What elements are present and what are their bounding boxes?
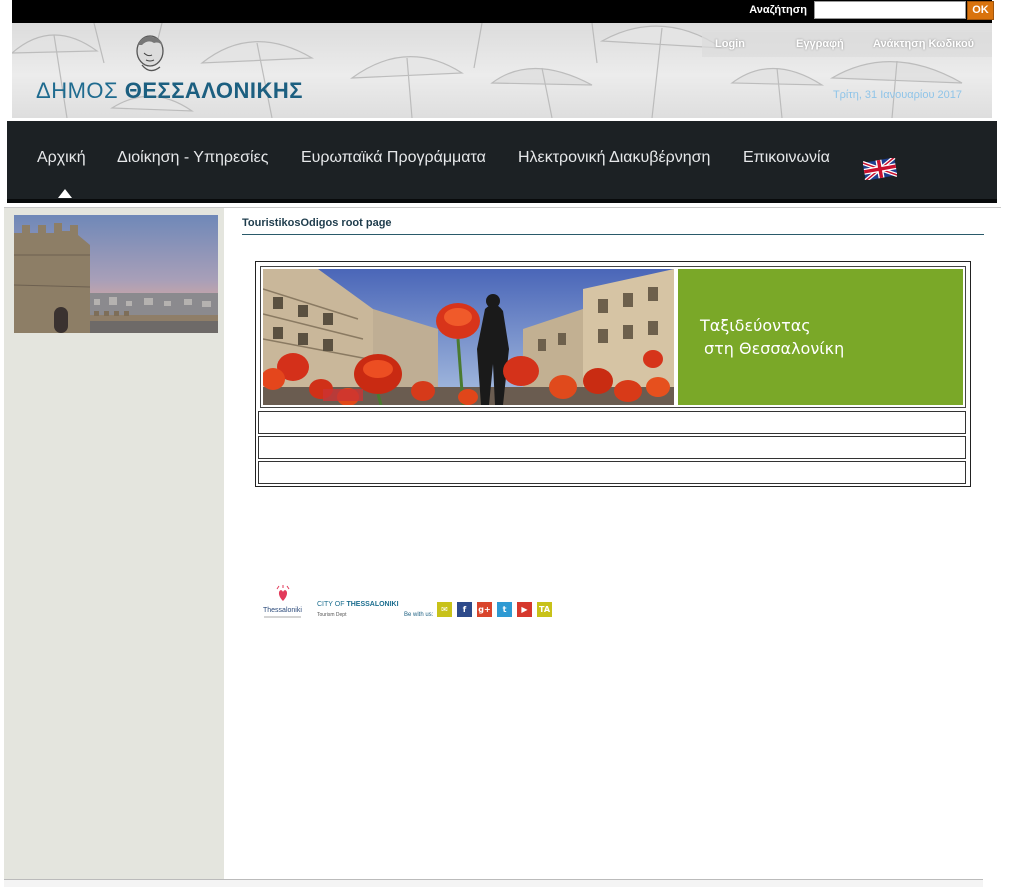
search-label: Αναζήτηση [749, 4, 807, 16]
nav-item-contact[interactable]: Επικοινωνία [743, 149, 830, 167]
nav-item-home[interactable]: Αρχική [37, 149, 86, 167]
login-link[interactable]: Login [715, 38, 745, 50]
logo-text-light: ΔΗΜΟΣ [36, 78, 125, 103]
search-ok-button[interactable]: OK [967, 1, 994, 20]
active-nav-caret-icon [58, 189, 72, 198]
user-links-bar: Login Εγγραφή Ανάκτηση Κωδικού [702, 32, 992, 57]
white-tower-photo [14, 215, 218, 333]
googleplus-icon[interactable]: g+ [477, 602, 492, 617]
register-link[interactable]: Εγγραφή [796, 38, 844, 50]
table-row [258, 436, 966, 459]
city-logo-text[interactable]: CITY OF THESSALONIKI [317, 601, 399, 608]
top-search-bar: Αναζήτηση OK [12, 0, 994, 23]
banner-caption-line2: στη Θεσσαλονίκη [704, 339, 845, 358]
content-table: Ταξιδεύοντας στη Θεσσαλονίκη [255, 261, 971, 487]
banner-caption-panel: Ταξιδεύοντας στη Θεσσαλονίκη [678, 269, 963, 405]
table-row [258, 461, 966, 484]
recover-password-link[interactable]: Ανάκτηση Κωδικού [873, 38, 974, 50]
tourism-dept-text: Tourism Dept [317, 612, 347, 618]
tourism-banner[interactable]: Ταξιδεύοντας στη Θεσσαλονίκη [260, 266, 966, 408]
nav-item-administration[interactable]: Διοίκηση - Υπηρεσίες [117, 149, 268, 167]
site-logo[interactable]: ΔΗΜΟΣ ΘΕΣΣΑΛΟΝΙΚΗΣ [36, 78, 303, 104]
tripadvisor-icon[interactable]: TA [537, 602, 552, 617]
main-nav: Αρχική Διοίκηση - Υπηρεσίες Ευρωπαϊκά Πρ… [7, 121, 997, 203]
twitter-icon[interactable]: t [497, 602, 512, 617]
logo-text-bold: ΘΕΣΣΑΛΟΝΙΚΗΣ [124, 78, 303, 103]
uk-flag-icon[interactable] [863, 158, 897, 180]
tulips-square-photo [263, 269, 674, 405]
youtube-icon[interactable]: ▶ [517, 602, 532, 617]
email-icon[interactable]: ✉ [437, 602, 452, 617]
facebook-icon[interactable]: f [457, 602, 472, 617]
nav-item-e-government[interactable]: Ηλεκτρονική Διακυβέρνηση [518, 149, 710, 167]
site-header: ΔΗΜΟΣ ΘΕΣΣΑΛΟΝΙΚΗΣ Login Εγγραφή Ανάκτησ… [12, 23, 992, 118]
nav-item-european-programs[interactable]: Ευρωπαϊκά Προγράμματα [301, 149, 486, 167]
left-sidebar [4, 208, 224, 880]
thessaloniki-brand-text: Thessaloniki [263, 607, 302, 614]
table-row [258, 411, 966, 434]
banner-caption-line1: Ταξιδεύοντας [700, 316, 811, 335]
alexander-head-logo-icon [136, 35, 164, 72]
brand-tagline-icon [264, 616, 301, 618]
search-input[interactable] [814, 1, 966, 19]
current-date: Τρίτη, 31 Ιανουαρίου 2017 [832, 89, 962, 101]
page-title: TouristikosOdigos root page [242, 217, 984, 235]
be-with-us-label: Be with us: [404, 612, 434, 618]
